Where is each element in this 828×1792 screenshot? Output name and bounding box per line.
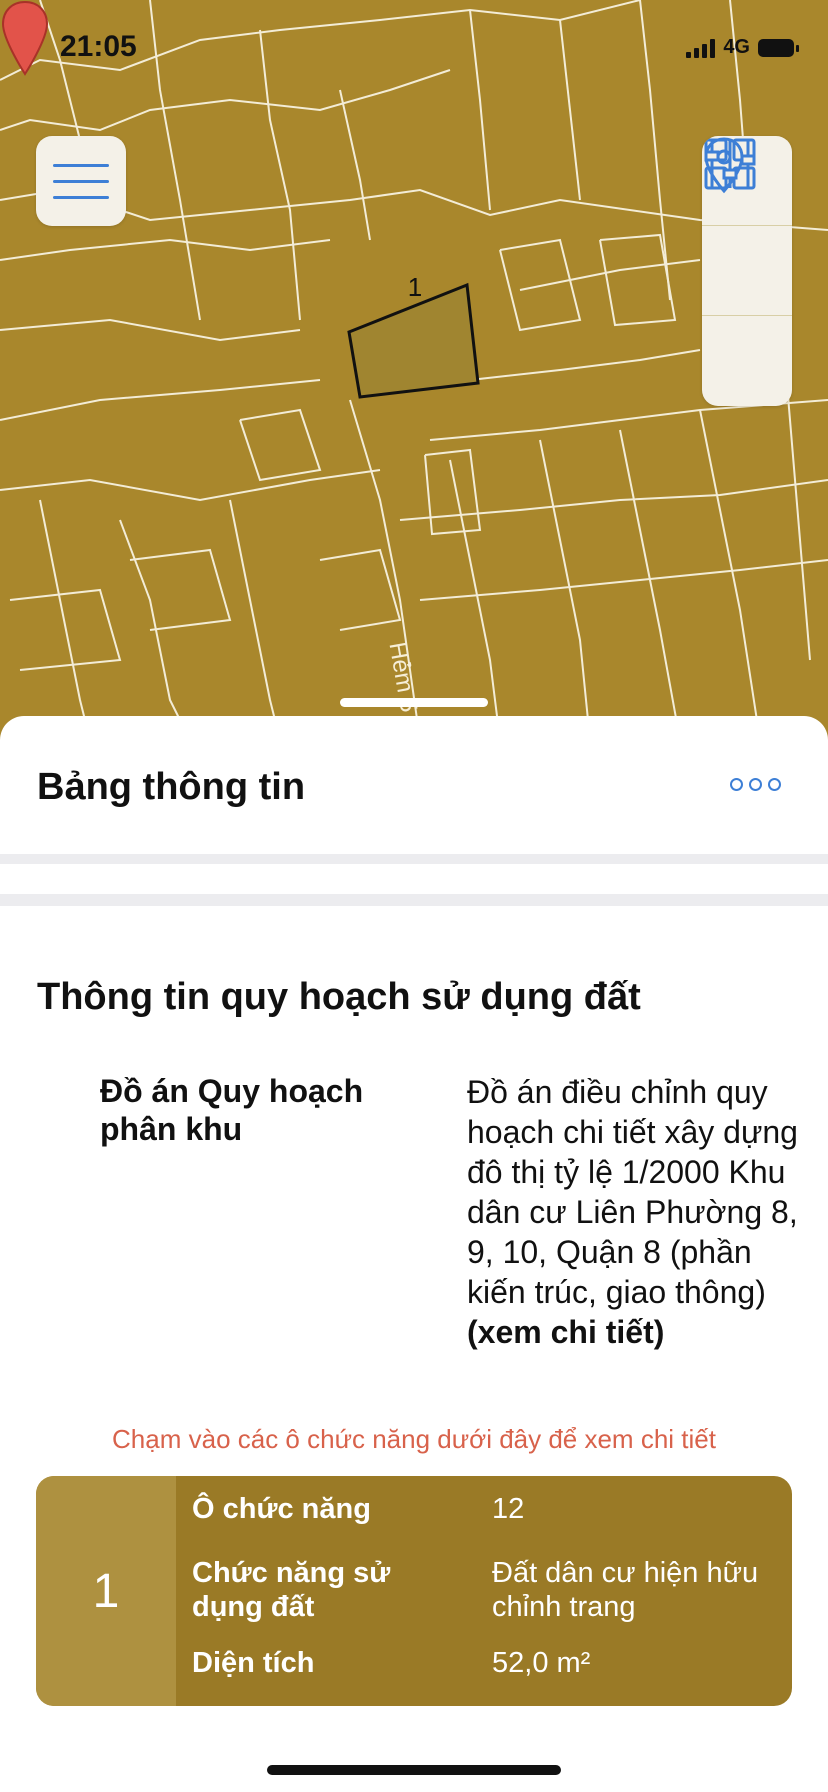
- hamburger-menu-button[interactable]: [36, 136, 126, 226]
- battery-icon: [758, 38, 799, 57]
- more-dot: [768, 778, 781, 791]
- status-time: 21:05: [60, 30, 137, 63]
- sheet-drag-handle[interactable]: [340, 698, 488, 707]
- more-dot: [749, 778, 762, 791]
- area-key: Diện tích: [192, 1647, 315, 1679]
- function-index: 1: [36, 1476, 176, 1706]
- function-cell-key: Ô chức năng: [192, 1493, 371, 1525]
- signal-icon: [686, 38, 716, 58]
- home-indicator[interactable]: [267, 1765, 561, 1775]
- hint-text: Chạm vào các ô chức năng dưới đây để xem…: [112, 1424, 716, 1454]
- section-title: Thông tin quy hoạch sử dụng đất: [37, 976, 641, 1018]
- hamburger-line: [53, 195, 109, 199]
- land-use-value: Đất dân cư hiện hữu chỉnh trang: [492, 1557, 759, 1623]
- info-sheet: Bảng thông tin Thông tin quy hoạch sử dụ…: [0, 716, 828, 1792]
- status-indicators: 4G: [686, 36, 799, 59]
- map-view[interactable]: 1 Hẻm 5 21:05 4G: [0, 0, 828, 740]
- plan-description: Đồ án điều chỉnh quy hoạch chi tiết xây …: [467, 1074, 798, 1310]
- function-card[interactable]: 1 Ô chức năng 12 Chức năng sử dụng đất Đ…: [36, 1476, 792, 1706]
- view-details-link[interactable]: (xem chi tiết): [467, 1312, 807, 1352]
- divider: [0, 854, 828, 864]
- filter-button[interactable]: [702, 140, 792, 406]
- more-button[interactable]: [730, 778, 781, 791]
- network-type: 4G: [723, 36, 750, 58]
- map-marker-label: 1: [407, 272, 423, 302]
- sheet-header: Bảng thông tin: [0, 716, 828, 852]
- more-dots-icon: [730, 778, 743, 791]
- locate-button[interactable]: [702, 137, 792, 316]
- sheet-title: Bảng thông tin: [37, 766, 306, 808]
- map-marker[interactable]: [0, 0, 50, 76]
- land-use-key: Chức năng sử dụng đất: [192, 1557, 391, 1623]
- map-tools: [702, 136, 792, 406]
- plan-value: Đồ án điều chỉnh quy hoạch chi tiết xây …: [467, 1072, 807, 1352]
- plan-label: Đồ án Quy hoạch phân khu: [100, 1073, 364, 1147]
- function-cell-value: 12: [492, 1493, 525, 1525]
- area-value: 52,0 m²: [492, 1647, 591, 1679]
- sliders-icon: [704, 140, 756, 188]
- divider: [0, 894, 828, 906]
- hamburger-line: [53, 179, 109, 183]
- hamburger-menu-icon: [53, 163, 109, 167]
